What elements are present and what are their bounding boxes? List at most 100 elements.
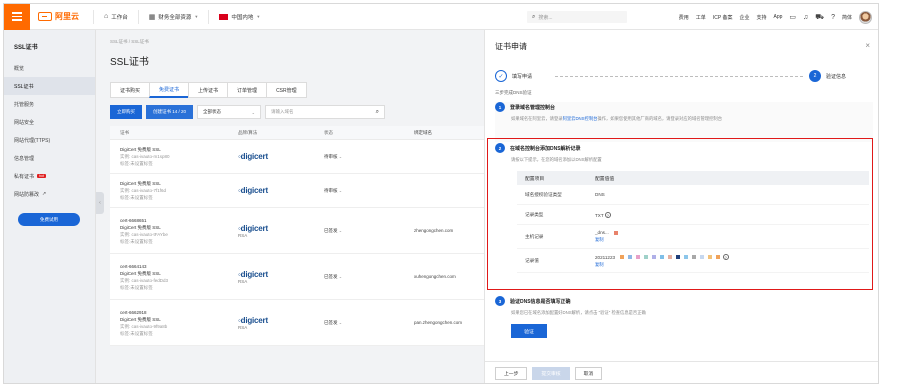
tab-buy[interactable]: 证书购买 <box>110 82 151 98</box>
bell-icon[interactable]: ♫ <box>803 14 808 21</box>
copy-value-button[interactable]: 复制 <box>595 262 869 268</box>
help-icon[interactable]: ? <box>722 253 729 260</box>
help-icon[interactable]: ? <box>604 211 611 218</box>
section-header: 1 登录域名管理控制台 <box>495 102 873 112</box>
tab-label: CSR管理 <box>276 87 297 94</box>
external-link-icon: ↗ <box>42 191 47 197</box>
cert-cell: cert-6668651 DigiCert 免费版 SSL 实例: cas-iv… <box>110 217 238 245</box>
cart-icon[interactable]: ⛟ <box>815 13 824 22</box>
step-divider <box>555 76 803 77</box>
domain-search-input[interactable]: 请输入域名 ⌕ <box>265 105 386 119</box>
select-value: 全部状态 <box>203 109 222 114</box>
submit-review-button[interactable]: 提交审核 <box>532 367 570 380</box>
sidebar-item-proxy[interactable]: 网站代理(TTPS) <box>4 131 95 149</box>
row-value-cell: 20211223 ? 复制 <box>595 253 869 268</box>
nav-app[interactable]: App <box>773 14 782 20</box>
nav-workbench[interactable]: ⌂ 工作台 <box>93 9 138 24</box>
copy-host-button[interactable]: 复制 <box>595 237 869 243</box>
chevron-down-icon: ▼ <box>256 14 261 19</box>
drawer-footer: 上一步 提交审核 取消 <box>485 361 878 383</box>
sidebar-item-label: 网站代理(TTPS) <box>14 137 51 144</box>
status-cell[interactable]: 已签发 ⌄ <box>324 228 414 234</box>
table-row[interactable]: DigiCert 免费版 SSL 实例: cas-ivauto-m1sp80 标… <box>110 140 484 174</box>
digicert-logo: ◦digicert <box>238 223 268 233</box>
cert-instance: 实例: cas-ivauto-9f9a8b <box>120 323 168 329</box>
verify-button[interactable]: 验证 <box>511 324 547 338</box>
cert-name[interactable]: DigiCert 免费版 SSL <box>120 270 238 277</box>
cancel-button[interactable]: 取消 <box>574 367 603 380</box>
tab-label: 免费证书 <box>159 87 180 93</box>
sidebar-item-private-cert[interactable]: 私有证书 hot <box>4 167 95 185</box>
cert-tags: 标签:未设置标签 <box>120 195 153 200</box>
cert-name[interactable]: DigiCert 免费版 SSL <box>120 224 238 231</box>
cert-tags: 标签:未设置标签 <box>120 284 153 290</box>
tab-free-cert[interactable]: 免费证书 <box>149 82 190 98</box>
table-row[interactable]: DigiCert 免费版 SSL 实例: cas-ivauto-7f1f6d 标… <box>110 174 484 208</box>
nav-fees[interactable]: 费用 <box>679 14 689 21</box>
nav-tickets[interactable]: 工单 <box>696 14 706 21</box>
cert-name[interactable]: DigiCert 免费版 SSL <box>120 316 238 323</box>
tab-csr[interactable]: CSR管理 <box>266 82 307 98</box>
nav-support[interactable]: 支持 <box>756 14 766 21</box>
cert-instance: 实例: cas-ivauto-7f1f6d <box>120 188 167 193</box>
sidebar-item-info[interactable]: 信息管理 <box>4 149 95 167</box>
dns-console-link[interactable]: 阿里云DNS控制台 <box>563 116 598 121</box>
sidebar-item-label: 网站安全 <box>14 119 35 126</box>
section-verify-dns: 3 验证DNS信息是否填写正确 如果您已在域名添加配置好DNS解析，请点击 "验… <box>495 296 873 338</box>
status-cell[interactable]: 已签发 ⌄ <box>324 274 414 280</box>
hamburger-menu-icon[interactable] <box>4 4 30 30</box>
terminal-icon[interactable]: ▭ <box>789 13 796 21</box>
tab-upload[interactable]: 上传证书 <box>188 82 229 98</box>
table-row[interactable]: cert-6664143 DigiCert 免费版 SSL 实例: cas-iv… <box>110 254 484 300</box>
search-icon[interactable]: ⌕ <box>376 109 379 116</box>
column-header: 配置值值 <box>595 176 615 182</box>
avatar[interactable] <box>859 10 872 24</box>
language-switch[interactable]: 简体 <box>842 14 852 21</box>
nav-label: 财务全部资源 <box>158 14 192 21</box>
buy-button[interactable]: 立即购买 <box>110 105 142 119</box>
algo-label: RSA <box>238 278 248 284</box>
create-cert-button[interactable]: 创建证书 14 / 20 <box>146 105 194 119</box>
redacted-value <box>620 255 721 260</box>
tab-label: 上传证书 <box>198 87 219 94</box>
chevron-down-icon: ⌄ <box>338 187 343 193</box>
step-label: 验证信息 <box>826 73 847 80</box>
aliyun-logo[interactable]: 阿里云 <box>38 11 79 22</box>
nav-region[interactable]: 中国内地 ▼ <box>208 9 270 24</box>
cert-cell: DigiCert 免费版 SSL 实例: cas-ivauto-m1sp80 标… <box>110 146 238 167</box>
dns-record-table: 配置项目 配置值值 域名授权验证类型 DNS 记录类型 TXT? 主机记录 _d… <box>517 171 869 273</box>
free-trial-button[interactable]: 免费试用 <box>18 213 80 226</box>
section-description: 如果您已在域名添加配置好DNS解析，请点击 "验证" 检查信息是否正确 <box>511 310 646 315</box>
sidebar-item-ssl[interactable]: SSL证书 <box>4 77 95 95</box>
brand-cell: ◦digicert RSA <box>238 224 324 238</box>
table-row[interactable]: cert-6662918 DigiCert 免费版 SSL 实例: cas-iv… <box>110 300 484 346</box>
tab-orders[interactable]: 订单管理 <box>227 82 268 98</box>
nav-resources[interactable]: ▦ 财务全部资源 ▼ <box>137 9 209 24</box>
sidebar-item-website-security[interactable]: 网站安全 <box>4 113 95 131</box>
nav-label: 工作台 <box>111 14 128 21</box>
chevron-down-icon: ⌄ <box>338 153 343 159</box>
sidebar-item-tamper[interactable]: 网站防篡改 ↗ <box>4 185 95 203</box>
sidebar-item-overview[interactable]: 概览 <box>4 59 95 77</box>
nav-enterprise[interactable]: 企业 <box>739 14 749 21</box>
table-row[interactable]: cert-6668651 DigiCert 免费版 SSL 实例: cas-iv… <box>110 208 484 254</box>
chevron-down-icon: ⌄ <box>251 109 256 115</box>
brand-cell: ◦digicert RSA <box>238 316 324 330</box>
sidebar-item-managed[interactable]: 托管服务 <box>4 95 95 113</box>
row-key: 记录类型 <box>525 211 544 217</box>
step-label: 填写申请 <box>512 73 533 80</box>
help-icon[interactable]: ? <box>831 14 835 21</box>
status-select[interactable]: 全部状态 ⌄ <box>197 105 262 119</box>
chevron-down-icon: ▼ <box>194 14 199 19</box>
global-search-input[interactable]: ⌕ 搜索... <box>527 11 627 23</box>
close-icon[interactable]: × <box>865 41 870 50</box>
cert-name[interactable]: DigiCert 免费版 SSL <box>120 146 238 153</box>
status-cell[interactable]: 已签发 ⌄ <box>324 320 414 326</box>
cert-name[interactable]: DigiCert 免费版 SSL <box>120 180 238 187</box>
brand-cell: ◦digicert RSA <box>238 270 324 284</box>
nav-icp[interactable]: ICP 备案 <box>713 14 733 21</box>
cert-tags: 标签:未设置标签 <box>120 238 153 244</box>
status-cell[interactable]: 待审核 ⌄ <box>324 188 414 194</box>
status-cell[interactable]: 待审核 ⌄ <box>324 154 414 160</box>
prev-step-button[interactable]: 上一步 <box>495 367 528 380</box>
